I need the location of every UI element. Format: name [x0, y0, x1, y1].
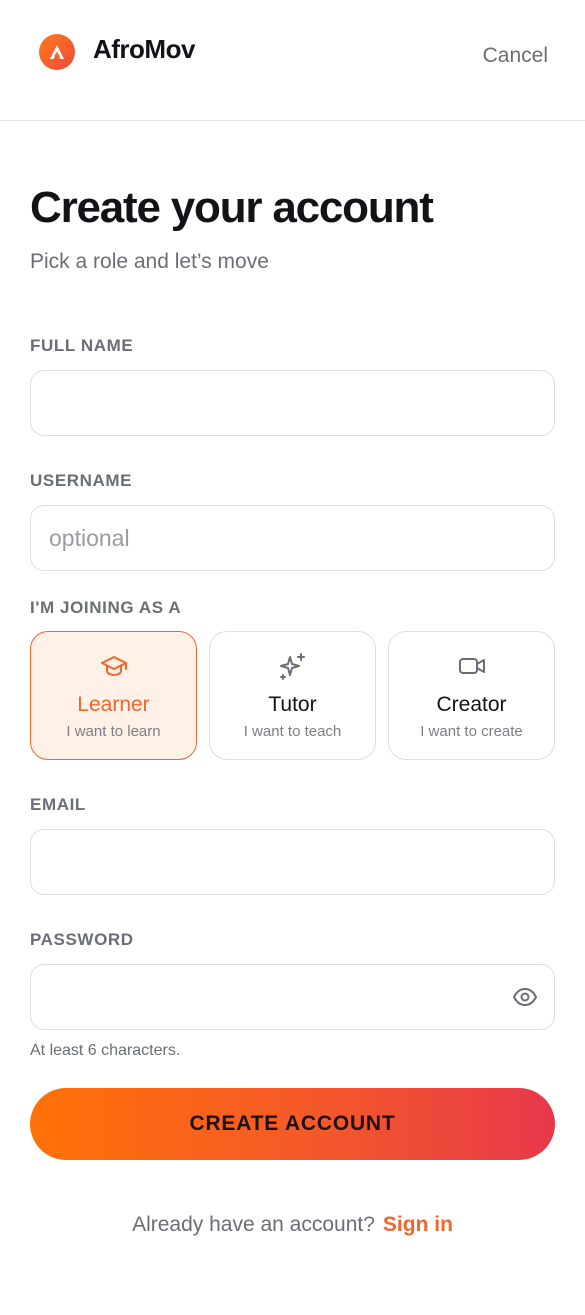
email-label: EMAIL	[30, 795, 86, 814]
role-label: I'M JOINING AS A	[30, 598, 182, 617]
password-hint: At least 6 characters.	[30, 1042, 181, 1059]
email-input[interactable]	[30, 829, 555, 895]
role-description: I want to create	[420, 723, 523, 740]
role-name: Learner	[77, 693, 150, 716]
cancel-button[interactable]: Cancel	[483, 44, 548, 68]
role-name: Creator	[436, 693, 507, 716]
password-input[interactable]	[30, 964, 555, 1030]
page-subtitle: Pick a role and let’s move	[30, 250, 269, 273]
video-camera-icon	[389, 651, 554, 681]
logo-icon	[39, 34, 75, 70]
role-description: I want to teach	[243, 723, 342, 740]
eye-icon[interactable]	[512, 986, 538, 1008]
username-input[interactable]	[30, 505, 555, 571]
graduation-cap-icon	[31, 651, 196, 681]
full-name-label: FULL NAME	[30, 336, 134, 355]
sign-in-prompt: Already have an account? Sign in	[0, 1213, 585, 1237]
role-option-creator[interactable]: Creator I want to create	[388, 631, 555, 760]
username-label: USERNAME	[30, 471, 133, 490]
sign-in-prompt-text: Already have an account?	[132, 1213, 375, 1236]
role-description: I want to learn	[66, 723, 161, 740]
password-label: PASSWORD	[30, 930, 134, 949]
create-account-button[interactable]: CREATE ACCOUNT	[30, 1088, 555, 1160]
app-header: AfroMov Cancel	[0, 0, 585, 121]
role-option-tutor[interactable]: Tutor I want to teach	[209, 631, 376, 760]
role-option-learner[interactable]: Learner I want to learn	[30, 631, 197, 760]
full-name-input[interactable]	[30, 370, 555, 436]
brand-name: AfroMov	[93, 34, 195, 64]
role-name: Tutor	[268, 693, 317, 716]
sparkles-icon	[210, 651, 375, 681]
page-title: Create your account	[30, 183, 434, 232]
sign-in-link[interactable]: Sign in	[383, 1213, 453, 1236]
